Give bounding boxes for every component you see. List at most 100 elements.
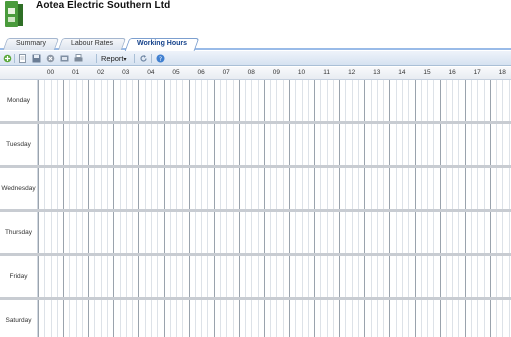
grid-line bbox=[364, 256, 366, 297]
grid-line bbox=[383, 256, 385, 297]
grid-line bbox=[332, 300, 334, 337]
grid-line bbox=[401, 124, 403, 165]
day-label-tuesday: Tuesday bbox=[0, 124, 38, 165]
tab-working-hours[interactable]: Working Hours bbox=[124, 38, 200, 51]
hour-label-17: 17 bbox=[473, 69, 481, 76]
grid-line bbox=[81, 80, 83, 121]
grid-line bbox=[119, 168, 121, 209]
grid-line bbox=[445, 80, 447, 121]
grid-line bbox=[132, 212, 134, 253]
print-icon[interactable] bbox=[74, 54, 83, 63]
grid-line bbox=[295, 300, 297, 337]
grid-line bbox=[364, 212, 366, 253]
report-menu-button[interactable]: Report▾ bbox=[101, 54, 127, 63]
grid-line bbox=[213, 256, 215, 297]
grid-line bbox=[213, 300, 215, 337]
grid-line bbox=[201, 212, 203, 253]
grid-line bbox=[125, 124, 127, 165]
grid-line bbox=[238, 80, 240, 121]
grid-line bbox=[201, 168, 203, 209]
grid-line bbox=[314, 168, 316, 209]
app-header: Aotea Electric Southern Ltd bbox=[0, 0, 511, 36]
grid-line bbox=[182, 300, 184, 337]
grid-line bbox=[232, 80, 234, 121]
delete-icon[interactable] bbox=[46, 54, 55, 63]
tab-labour-rates[interactable]: Labour Rates bbox=[57, 38, 127, 50]
grid-line bbox=[38, 80, 39, 121]
grid-line bbox=[458, 124, 460, 165]
grid-line bbox=[408, 212, 410, 253]
day-row-saturday[interactable]: Saturday bbox=[0, 300, 511, 337]
grid-line bbox=[207, 80, 209, 121]
grid-line bbox=[251, 124, 253, 165]
grid-line bbox=[339, 256, 341, 297]
grid-line bbox=[94, 168, 96, 209]
grid-line bbox=[301, 168, 303, 209]
grid-line bbox=[477, 256, 479, 297]
grid-line bbox=[238, 300, 240, 337]
day-row-tuesday[interactable]: Tuesday bbox=[0, 124, 511, 165]
day-row-monday[interactable]: Monday bbox=[0, 80, 511, 121]
grid-line bbox=[289, 300, 290, 337]
grid-line bbox=[119, 124, 121, 165]
grid-line bbox=[75, 168, 77, 209]
grid-line bbox=[63, 124, 65, 165]
day-row-wednesday[interactable]: Wednesday bbox=[0, 168, 511, 209]
document-icon[interactable] bbox=[18, 54, 27, 63]
grid-line bbox=[326, 80, 328, 121]
save-icon[interactable] bbox=[32, 54, 41, 63]
grid-line bbox=[188, 256, 190, 297]
hour-label-18: 18 bbox=[498, 69, 506, 76]
grid-line bbox=[295, 124, 297, 165]
grid-line bbox=[332, 168, 334, 209]
grid-line bbox=[496, 124, 498, 165]
grid-line bbox=[207, 300, 209, 337]
grid-line bbox=[301, 124, 303, 165]
grid-line bbox=[452, 168, 454, 209]
grid-line bbox=[314, 124, 316, 165]
grid-line bbox=[395, 256, 397, 297]
grid-line bbox=[107, 300, 109, 337]
help-icon[interactable]: ? bbox=[156, 54, 165, 63]
grid-line bbox=[107, 80, 109, 121]
grid-line bbox=[201, 256, 203, 297]
grid-line bbox=[257, 168, 259, 209]
grid-line bbox=[238, 256, 240, 297]
export-icon[interactable] bbox=[60, 54, 69, 63]
day-row-friday[interactable]: Friday bbox=[0, 256, 511, 297]
grid-line bbox=[226, 300, 228, 337]
grid-line bbox=[508, 212, 510, 253]
hour-label-13: 13 bbox=[373, 69, 381, 76]
grid-line bbox=[238, 212, 240, 253]
hour-label-07: 07 bbox=[222, 69, 230, 76]
grid-line bbox=[439, 124, 441, 165]
grid-line bbox=[508, 80, 510, 121]
refresh-icon[interactable] bbox=[139, 54, 148, 63]
grid-line bbox=[238, 124, 240, 165]
grid-line bbox=[81, 256, 83, 297]
grid-line bbox=[276, 212, 278, 253]
hour-label-03: 03 bbox=[122, 69, 130, 76]
day-row-thursday[interactable]: Thursday bbox=[0, 212, 511, 253]
tab-label: Labour Rates bbox=[70, 40, 114, 47]
grid-line bbox=[169, 256, 171, 297]
company-name: Aotea Electric Southern Ltd bbox=[36, 0, 171, 11]
grid-line bbox=[395, 212, 397, 253]
grid-line bbox=[75, 80, 77, 121]
add-icon[interactable] bbox=[3, 54, 12, 63]
grid-line bbox=[245, 168, 247, 209]
grid-line bbox=[163, 80, 165, 121]
grid-line bbox=[433, 80, 435, 121]
grid-line bbox=[376, 256, 378, 297]
grid-line bbox=[502, 80, 504, 121]
grid-line bbox=[282, 168, 284, 209]
grid-line bbox=[245, 80, 247, 121]
grid-line bbox=[270, 256, 272, 297]
grid-line bbox=[44, 212, 46, 253]
hour-label-12: 12 bbox=[348, 69, 356, 76]
grid-line bbox=[289, 168, 290, 209]
grid-line bbox=[420, 124, 422, 165]
hour-label-06: 06 bbox=[197, 69, 205, 76]
grid-line bbox=[408, 168, 410, 209]
tab-summary[interactable]: Summary bbox=[2, 38, 60, 50]
